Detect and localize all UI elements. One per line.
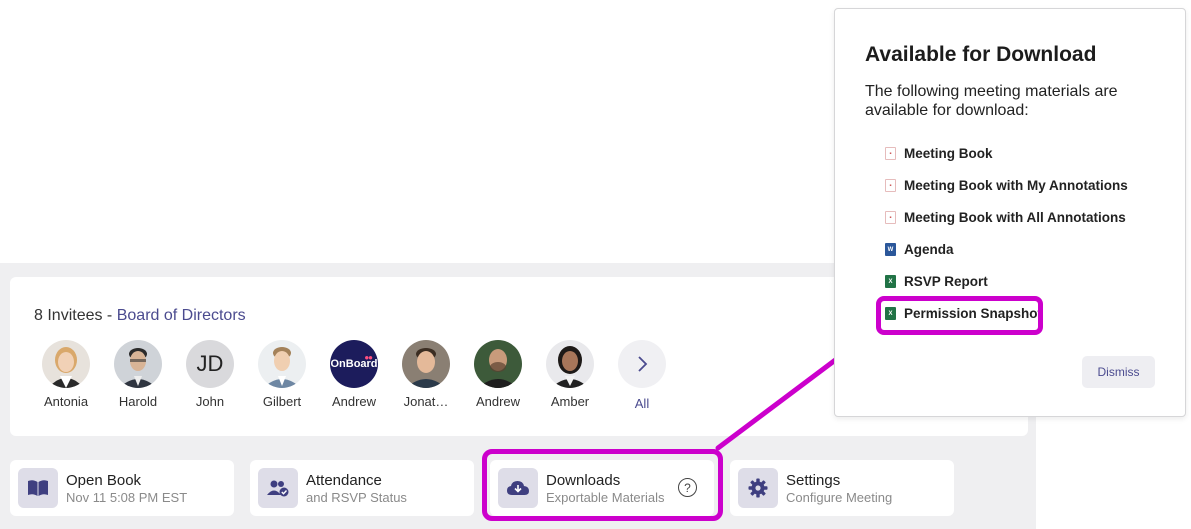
download-label: Meeting Book with All Annotations — [904, 210, 1126, 225]
popover-title: Available for Download — [865, 43, 1097, 66]
pdf-file-icon: ▪ — [885, 179, 896, 192]
download-label: Agenda — [904, 242, 954, 257]
download-label: Meeting Book with My Annotations — [904, 178, 1128, 193]
download-meeting-book-my-annotations[interactable]: ▪ Meeting Book with My Annotations — [885, 178, 1128, 193]
excel-file-icon: X — [885, 275, 896, 288]
dismiss-button[interactable]: Dismiss — [1082, 356, 1155, 388]
permission-snapshot-highlight-annotation — [876, 296, 1043, 335]
download-meeting-book-all-annotations[interactable]: ▪ Meeting Book with All Annotations — [885, 210, 1126, 225]
download-label: Meeting Book — [904, 146, 993, 161]
downloads-popover: Available for Download The following mee… — [834, 8, 1186, 417]
download-meeting-book[interactable]: ▪ Meeting Book — [885, 146, 993, 161]
pdf-file-icon: ▪ — [885, 211, 896, 224]
popover-description: The following meeting materials are avai… — [865, 83, 1118, 119]
pdf-file-icon: ▪ — [885, 147, 896, 160]
download-agenda[interactable]: W Agenda — [885, 242, 954, 257]
download-rsvp-report[interactable]: X RSVP Report — [885, 274, 988, 289]
download-label: RSVP Report — [904, 274, 988, 289]
word-file-icon: W — [885, 243, 896, 256]
